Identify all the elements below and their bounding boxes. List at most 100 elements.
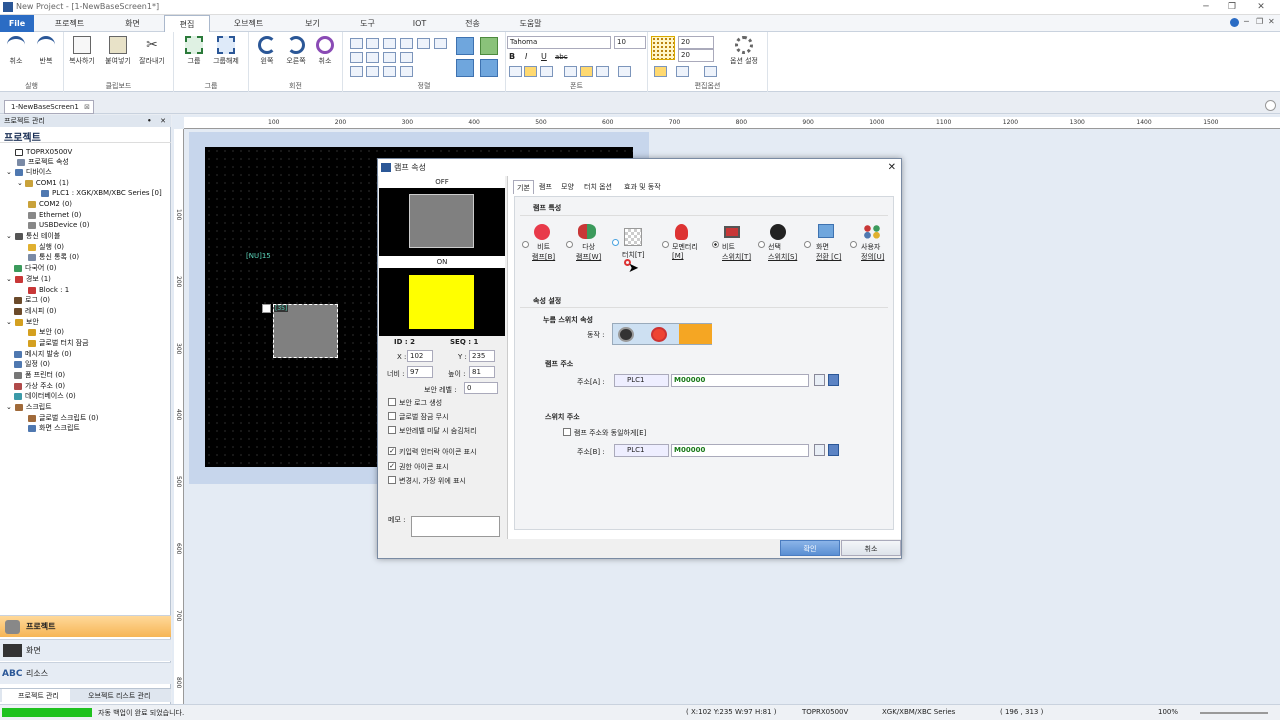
lamp-object[interactable]: [273, 304, 338, 358]
document-tab[interactable]: 1-NewBaseScreen1 ⊠: [4, 100, 94, 114]
action-momentary-icon[interactable]: [679, 324, 712, 344]
same-size-icon[interactable]: [350, 66, 363, 77]
ribbon-minimize-icon[interactable]: ─: [1244, 17, 1249, 26]
align-middle-icon[interactable]: [417, 38, 430, 49]
layer-up-icon[interactable]: [456, 59, 474, 77]
align-left-icon[interactable]: [350, 38, 363, 49]
tree-item[interactable]: ⌄ 보안: [6, 317, 39, 327]
same-height-icon[interactable]: [400, 52, 413, 63]
minimize-icon[interactable]: ─: [1193, 0, 1219, 15]
tree-item[interactable]: ⌄ 디바이스: [6, 167, 52, 177]
tab-touch-options[interactable]: 터치 옵션: [581, 180, 615, 194]
text-bottom-icon[interactable]: [596, 66, 609, 77]
menu-tools[interactable]: 도구: [340, 15, 395, 32]
address-table-icon[interactable]: [828, 374, 839, 386]
tree-item[interactable]: Block : 1: [28, 285, 69, 295]
tree-item[interactable]: 로그 (0): [14, 295, 50, 305]
tab-menu-icon[interactable]: [1265, 100, 1276, 111]
rotate-left-button[interactable]: 왼쪽: [253, 36, 281, 66]
height-input[interactable]: 81: [469, 366, 495, 378]
layer-down-icon[interactable]: [480, 59, 498, 77]
check-bring-front[interactable]: [388, 476, 396, 484]
menu-view[interactable]: 보기: [285, 15, 340, 32]
bottom-tab-screen[interactable]: 화면: [0, 639, 171, 661]
ribbon-restore-icon[interactable]: ❐: [1256, 17, 1263, 26]
cancel-button[interactable]: 취소: [841, 540, 901, 556]
tree-item[interactable]: 일정 (0): [14, 359, 50, 369]
check-hide-security[interactable]: [388, 426, 396, 434]
nu-label[interactable]: [NU]15: [246, 252, 271, 260]
menu-object[interactable]: 오브젝트: [221, 15, 276, 32]
menu-file[interactable]: File: [0, 15, 34, 32]
expand-icon[interactable]: ⌄: [17, 179, 23, 187]
text-right-icon[interactable]: [540, 66, 553, 77]
text-middle-icon[interactable]: [580, 66, 593, 77]
panel-close-icon[interactable]: ✕: [160, 115, 166, 127]
tree-item[interactable]: ⌄ 경보 (1): [6, 274, 51, 284]
bottom-tab-resource[interactable]: ABC 리소스: [0, 662, 171, 684]
security-level-input[interactable]: 0: [464, 382, 498, 394]
tab-shape[interactable]: 모양: [558, 180, 577, 194]
expand-icon[interactable]: ⌄: [6, 232, 12, 240]
expand-icon[interactable]: ⌄: [6, 318, 12, 326]
strikethrough-icon[interactable]: abc: [555, 53, 568, 61]
grid-y-input[interactable]: 20: [678, 49, 714, 62]
menu-transfer[interactable]: 전송: [445, 15, 500, 32]
check-interlock-icon[interactable]: ✓: [388, 447, 396, 455]
tree-item[interactable]: 폼 프린터 (0): [14, 370, 65, 380]
tree-item[interactable]: 데이터베이스 (0): [14, 391, 76, 401]
lamp-plc-select[interactable]: PLC1: [614, 374, 669, 387]
bold-icon[interactable]: B: [509, 52, 515, 61]
ungroup-button[interactable]: 그룹해제: [212, 36, 240, 66]
fit-icon[interactable]: [704, 66, 717, 77]
undo-button[interactable]: 취소: [2, 36, 30, 66]
tree-item[interactable]: USBDevice (0): [28, 220, 89, 230]
text-left-icon[interactable]: [509, 66, 522, 77]
footer-tab-object-list[interactable]: 오브젝트 리스트 관리: [74, 689, 150, 703]
check-ignore-global-lock[interactable]: [388, 412, 396, 420]
tree-item[interactable]: 다국어 (0): [14, 263, 56, 273]
tree-item[interactable]: 프로젝트 속성: [17, 157, 69, 167]
menu-edit[interactable]: 편집: [164, 15, 210, 32]
radio-screen-change[interactable]: [804, 241, 811, 248]
tree-item[interactable]: 가상 주소 (0): [14, 381, 65, 391]
radio-bit-lamp[interactable]: [522, 241, 529, 248]
tree-item[interactable]: ⌄ 통신 테이블: [6, 231, 60, 241]
footer-tab-project[interactable]: 프로젝트 관리: [2, 689, 70, 703]
copy-button[interactable]: 복사하기: [68, 36, 96, 66]
action-on-icon[interactable]: [651, 327, 667, 342]
align-center-icon[interactable]: [366, 38, 379, 49]
tree-item[interactable]: PLC1 : XGK/XBM/XBC Series [0]: [41, 188, 162, 198]
radio-touch[interactable]: [612, 239, 619, 246]
tab-close-icon[interactable]: ⊠: [84, 101, 90, 113]
status-zoom[interactable]: 100%: [1158, 708, 1178, 716]
zoom-slider[interactable]: [1200, 712, 1268, 714]
restore-icon[interactable]: ❐: [1219, 0, 1245, 15]
radio-multi-lamp[interactable]: [566, 241, 573, 248]
underline-icon[interactable]: U: [541, 52, 547, 61]
group-button[interactable]: 그룹: [180, 36, 208, 66]
dialog-close-icon[interactable]: ✕: [888, 159, 896, 176]
align-top-icon[interactable]: [400, 38, 413, 49]
expand-icon[interactable]: ⌄: [6, 403, 12, 411]
text-center-icon[interactable]: [524, 66, 537, 77]
paste-button[interactable]: 붙여넣기: [104, 36, 132, 66]
bottom-tab-project[interactable]: 프로젝트: [0, 615, 171, 637]
radio-bit-switch[interactable]: [712, 241, 719, 248]
tree-item[interactable]: 통신 통록 (0): [28, 252, 79, 262]
tree-item[interactable]: Ethernet (0): [28, 210, 81, 220]
radio-momentary[interactable]: [662, 241, 669, 248]
rotate-cancel-button[interactable]: 취소: [311, 36, 339, 66]
expand-icon[interactable]: ⌄: [6, 168, 12, 176]
snap-object-icon[interactable]: [676, 66, 689, 77]
tab-lamp[interactable]: 램프: [536, 180, 555, 194]
radio-user-defined[interactable]: [850, 241, 857, 248]
cut-button[interactable]: ✂ 잘라내기: [138, 36, 166, 66]
tree-item[interactable]: 글로벌 터치 잠금: [28, 338, 89, 348]
tree-item[interactable]: ⌄ COM1 (1): [17, 178, 69, 188]
options-button[interactable]: 옵션 설정: [726, 36, 762, 66]
ok-button[interactable]: 확인: [780, 540, 840, 556]
tab-effects[interactable]: 효과 및 동작: [621, 180, 664, 194]
tree-item[interactable]: 글로벌 스크립트 (0): [28, 413, 98, 423]
lamp-address-input[interactable]: M00000: [671, 374, 809, 387]
